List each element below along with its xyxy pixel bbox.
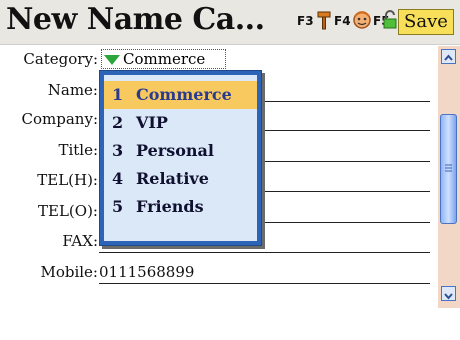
app-window: New Name Ca... F3 F4 F5 Save Category: C… <box>0 0 460 340</box>
contact-face-icon[interactable] <box>352 10 372 30</box>
save-button[interactable]: Save <box>398 9 454 35</box>
f3-key-label: F3 <box>297 14 314 28</box>
chevron-down-icon[interactable] <box>441 286 456 301</box>
fax-label: FAX: <box>62 232 98 250</box>
fax-field[interactable] <box>99 252 430 253</box>
dropdown-item-label: Commerce <box>136 85 232 104</box>
dropdown-item-label: Personal <box>136 141 214 160</box>
hammer-icon[interactable] <box>316 10 332 30</box>
title-label: Title: <box>58 141 98 159</box>
dropdown-item-friends[interactable]: 5 Friends <box>104 193 257 221</box>
scrollbar[interactable] <box>438 46 460 308</box>
name-label: Name: <box>47 81 98 99</box>
dropdown-item-relative[interactable]: 4 Relative <box>104 165 257 193</box>
category-value: Commerce <box>123 50 206 68</box>
company-label: Company: <box>21 110 98 128</box>
dropdown-item-personal[interactable]: 3 Personal <box>104 137 257 165</box>
dropdown-item-label: VIP <box>136 113 168 132</box>
dropdown-item-number: 3 <box>112 141 124 160</box>
mobile-value: 0111568899 <box>99 263 195 281</box>
dropdown-item-commerce[interactable]: 1 Commerce <box>104 81 257 109</box>
unlock-icon[interactable] <box>383 10 399 30</box>
tel-h-label: TEL(H): <box>37 171 98 189</box>
page-title: New Name Ca... <box>6 2 265 37</box>
dropdown-item-number: 1 <box>112 85 124 104</box>
scroll-thumb[interactable] <box>440 114 457 224</box>
category-dropdown-list: 1 Commerce 2 VIP 3 Personal 4 Relative 5 Frie… <box>104 75 257 241</box>
category-select[interactable]: Commerce <box>101 49 226 69</box>
category-dropdown: 1 Commerce 2 VIP 3 Personal 4 Relative 5 Frie… <box>99 70 262 246</box>
title-bar: New Name Ca... F3 F4 F5 Save <box>0 0 460 45</box>
dropdown-item-label: Relative <box>136 169 209 188</box>
dropdown-item-number: 5 <box>112 197 124 216</box>
dropdown-item-vip[interactable]: 2 VIP <box>104 109 257 137</box>
dropdown-triangle-icon <box>104 55 120 65</box>
dropdown-item-number: 2 <box>112 113 124 132</box>
chevron-up-icon[interactable] <box>441 49 456 64</box>
category-label: Category: <box>23 50 98 68</box>
dropdown-item-number: 4 <box>112 169 124 188</box>
mobile-label: Mobile: <box>40 263 98 281</box>
mobile-row: Mobile: 0111568899 <box>0 260 438 284</box>
dropdown-item-label: Friends <box>136 197 204 216</box>
f4-key-label: F4 <box>334 14 351 28</box>
tel-o-label: TEL(O): <box>38 202 98 220</box>
mobile-field[interactable] <box>99 283 430 284</box>
